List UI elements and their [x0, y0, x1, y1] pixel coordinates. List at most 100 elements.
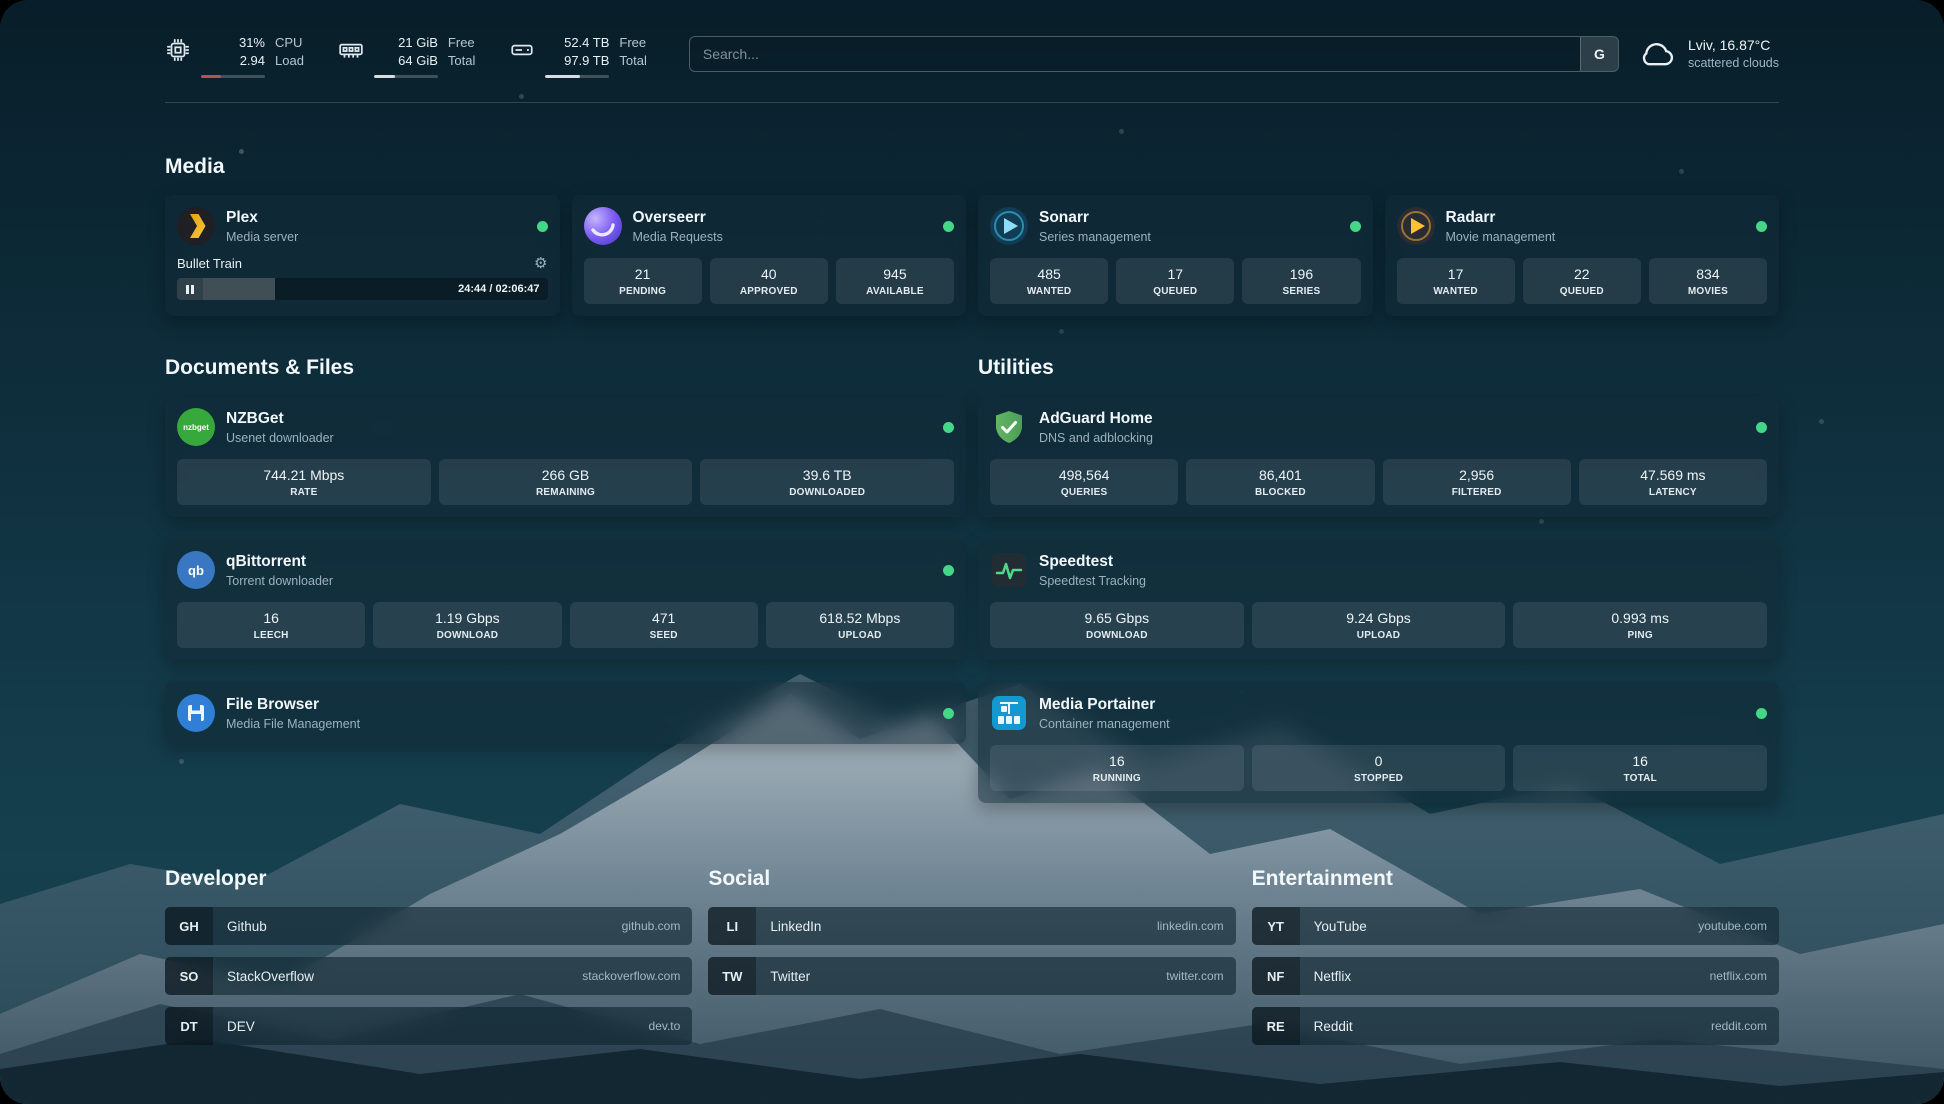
bookmark-url: github.com	[622, 919, 681, 933]
service-description: Media File Management	[226, 717, 360, 731]
section-title-documents: Documents & Files	[165, 356, 966, 380]
stat-upload: 9.24 GbpsUPLOAD	[1252, 602, 1506, 648]
service-name: qBittorrent	[226, 553, 333, 572]
bookmark-dev[interactable]: DT DEV dev.to	[165, 1007, 692, 1045]
service-name: Overseerr	[633, 209, 723, 228]
service-name: Radarr	[1446, 209, 1556, 228]
stat-seed: 471SEED	[570, 602, 758, 648]
stat-wanted: 17WANTED	[1397, 258, 1515, 304]
service-description: Series management	[1039, 230, 1151, 244]
service-card-radarr[interactable]: Radarr Movie management 17WANTED 22QUEUE…	[1385, 195, 1780, 316]
service-name: File Browser	[226, 696, 360, 715]
service-description: Speedtest Tracking	[1039, 574, 1146, 588]
service-card-adguard[interactable]: AdGuard Home DNS and adblocking 498,564Q…	[978, 396, 1779, 517]
bookmark-name: DEV	[227, 1019, 255, 1034]
service-name: Speedtest	[1039, 553, 1146, 572]
stat-remaining: 266 GBREMAINING	[439, 459, 693, 505]
bookmark-group-entertainment: Entertainment YT YouTube youtube.com NF …	[1252, 867, 1779, 1057]
snow-flakes	[0, 0, 3, 3]
section-title-media: Media	[165, 155, 1779, 179]
memory-free-label: Free	[448, 34, 475, 52]
dashboard-screen: 31% 2.94 CPU Load	[0, 0, 1944, 1104]
cpu-load-label: Load	[275, 52, 304, 70]
stat-stopped: 0STOPPED	[1252, 745, 1506, 791]
stat-downloaded: 39.6 TBDOWNLOADED	[700, 459, 954, 505]
bookmark-group-developer: Developer GH Github github.com SO StackO…	[165, 867, 692, 1057]
memory-total-label: Total	[448, 52, 475, 70]
bookmark-netflix[interactable]: NF Netflix netflix.com	[1252, 957, 1779, 995]
stat-series: 196SERIES	[1242, 258, 1360, 304]
stat-total: 16TOTAL	[1513, 745, 1767, 791]
section-utilities: Utilities AdGuard Home	[978, 356, 1779, 803]
service-name: Plex	[226, 209, 298, 228]
plex-icon	[177, 207, 215, 245]
status-dot	[1756, 708, 1767, 719]
stat-filtered: 2,956FILTERED	[1383, 459, 1571, 505]
playback-progress-bar[interactable]: 24:44 / 02:06:47	[177, 278, 548, 300]
section-title-entertainment: Entertainment	[1252, 867, 1779, 891]
bookmark-name: Twitter	[770, 969, 810, 984]
bookmark-name: YouTube	[1314, 919, 1367, 934]
memory-free: 21 GiB	[398, 34, 438, 52]
service-card-overseerr[interactable]: Overseerr Media Requests 21PENDING 40APP…	[572, 195, 967, 316]
stat-download: 9.65 GbpsDOWNLOAD	[990, 602, 1244, 648]
top-bar: 31% 2.94 CPU Load	[165, 0, 1779, 78]
disk-total: 97.9 TB	[564, 52, 609, 70]
nzbget-icon: nzbget	[177, 408, 215, 446]
cpu-percent: 31%	[239, 34, 265, 52]
cpu-icon	[165, 34, 191, 68]
service-card-speedtest[interactable]: Speedtest Speedtest Tracking 9.65 GbpsDO…	[978, 539, 1779, 660]
bookmark-name: Reddit	[1314, 1019, 1353, 1034]
disk-widget: 52.4 TB 97.9 TB Free Total	[509, 34, 646, 78]
bookmark-abbr: YT	[1252, 907, 1300, 945]
stat-available: 945AVAILABLE	[836, 258, 954, 304]
bookmark-stackoverflow[interactable]: SO StackOverflow stackoverflow.com	[165, 957, 692, 995]
service-card-portainer[interactable]: Media Portainer Container management 16R…	[978, 682, 1779, 803]
status-dot	[1350, 221, 1361, 232]
sonarr-icon	[990, 207, 1028, 245]
status-dot	[943, 565, 954, 576]
service-name: Sonarr	[1039, 209, 1151, 228]
bookmark-twitter[interactable]: TW Twitter twitter.com	[708, 957, 1235, 995]
speedtest-icon	[990, 551, 1028, 589]
cpu-load: 2.94	[240, 52, 265, 70]
memory-icon	[338, 34, 364, 68]
bookmark-linkedin[interactable]: LI LinkedIn linkedin.com	[708, 907, 1235, 945]
status-dot	[943, 708, 954, 719]
service-card-plex[interactable]: Plex Media server Bullet Train ⚙ 24:44 /…	[165, 195, 560, 316]
weather-location: Lviv, 16.87°C	[1688, 36, 1779, 55]
cloud-icon	[1639, 39, 1677, 69]
svg-text:qb: qb	[188, 563, 204, 578]
weather-widget: Lviv, 16.87°C scattered clouds	[1639, 36, 1779, 72]
bookmark-github[interactable]: GH Github github.com	[165, 907, 692, 945]
service-card-sonarr[interactable]: Sonarr Series management 485WANTED 17QUE…	[978, 195, 1373, 316]
service-description: Container management	[1039, 717, 1170, 731]
search-input[interactable]	[689, 36, 1619, 72]
bookmark-url: youtube.com	[1698, 919, 1767, 933]
disk-total-label: Total	[619, 52, 646, 70]
bookmark-abbr: SO	[165, 957, 213, 995]
bookmark-url: netflix.com	[1710, 969, 1767, 983]
section-media: Media Plex Media server	[165, 155, 1779, 316]
pause-icon[interactable]	[177, 278, 203, 300]
service-description: DNS and adblocking	[1039, 431, 1153, 445]
gear-icon[interactable]: ⚙	[534, 256, 547, 271]
filebrowser-icon	[177, 694, 215, 732]
radarr-icon	[1397, 207, 1435, 245]
qbittorrent-icon: qb	[177, 551, 215, 589]
bookmark-abbr: TW	[708, 957, 756, 995]
portainer-icon	[990, 694, 1028, 732]
bookmark-reddit[interactable]: RE Reddit reddit.com	[1252, 1007, 1779, 1045]
service-card-filebrowser[interactable]: File Browser Media File Management	[165, 682, 966, 744]
bookmark-youtube[interactable]: YT YouTube youtube.com	[1252, 907, 1779, 945]
bookmark-abbr: GH	[165, 907, 213, 945]
service-card-nzbget[interactable]: nzbget NZBGet Usenet downloader 744.21 M…	[165, 396, 966, 517]
stat-latency: 47.569 msLATENCY	[1579, 459, 1767, 505]
cpu-widget: 31% 2.94 CPU Load	[165, 34, 304, 78]
bookmark-name: StackOverflow	[227, 969, 314, 984]
section-title-utilities: Utilities	[978, 356, 1779, 380]
search-provider-button[interactable]: G	[1580, 37, 1618, 71]
now-playing-title: Bullet Train	[177, 256, 242, 271]
bookmark-url: stackoverflow.com	[582, 969, 680, 983]
service-card-qbittorrent[interactable]: qb qBittorrent Torrent downloader 16LEEC…	[165, 539, 966, 660]
